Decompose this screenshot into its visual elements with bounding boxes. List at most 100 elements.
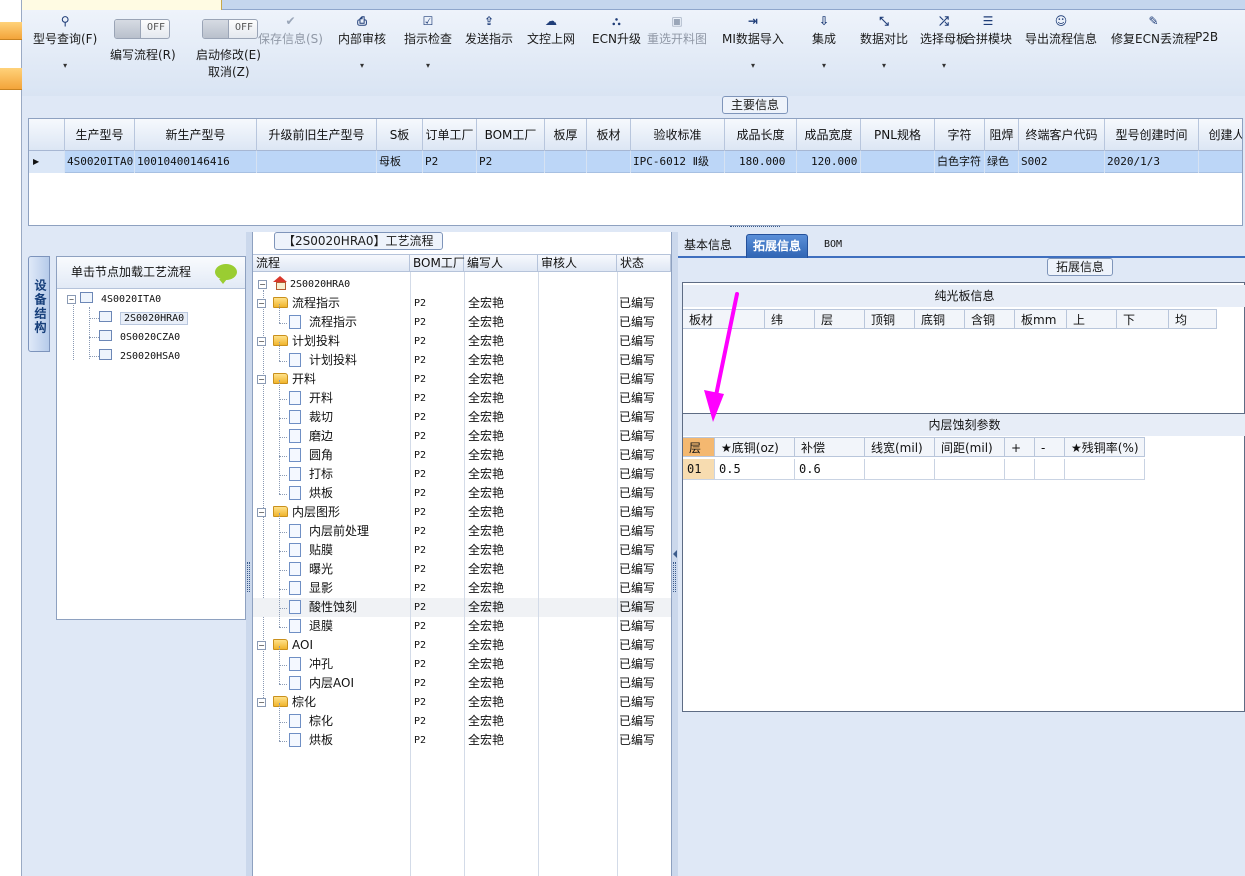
grid-col-header[interactable]: PNL规格 [861,119,935,151]
process-root-row[interactable]: − 2S0020HRA0 [253,275,671,294]
process-col-header[interactable]: 状态 [617,255,671,272]
toolbar-button-5[interactable]: ☁ 文控上网 [527,12,575,47]
toolbar-button-1[interactable]: ✔ 保存信息(S) [258,12,323,47]
toolbar-button-15[interactable]: P2B [1195,12,1218,44]
document-tab[interactable] [22,0,222,10]
collapse-icon[interactable]: − [257,698,266,707]
toolbar-button-2[interactable]: ⎙ 内部审核 ▾ [338,12,386,70]
process-row[interactable]: 裁切 P2 全宏艳 已编写 [253,408,671,427]
toolbar-button-8[interactable]: ⇥ MI数据导入 ▾ [722,12,784,70]
etch-col-header[interactable]: - [1035,437,1065,457]
grid-cell[interactable] [1199,151,1242,173]
grid-cell[interactable] [257,151,377,173]
grid-col-header[interactable]: S板 [377,119,423,151]
grid-cell[interactable]: 10010400146416 [135,151,257,173]
grid-col-header[interactable]: 型号创建时间 [1105,119,1199,151]
device-structure-vertical-tab[interactable]: 设备结构 [28,256,50,352]
grid-col-header[interactable]: 升级前旧生产型号 [257,119,377,151]
toolbar-button-7[interactable]: ▣ 重选开料图 [647,12,707,47]
toolbar-button-9[interactable]: ⇩ 集成 ▾ [812,12,836,70]
grid-cell[interactable] [587,151,631,173]
left-strip-tab[interactable] [0,68,22,90]
collapse-icon[interactable]: − [257,375,266,384]
collapse-icon[interactable]: − [258,280,267,289]
process-row[interactable]: 酸性蚀刻 P2 全宏艳 已编写 [253,598,671,617]
grid-col-header[interactable]: 新生产型号 [135,119,257,151]
plain-board-col-header[interactable]: 顶铜 [865,309,915,329]
plain-board-col-header[interactable]: 层 [815,309,865,329]
process-row[interactable]: 开料 P2 全宏艳 已编写 [253,389,671,408]
toolbar-button-13[interactable]: ☺ 导出流程信息 [1025,12,1097,47]
dropdown-arrow-icon[interactable]: ▾ [404,61,452,70]
dropdown-arrow-icon[interactable]: ▾ [722,61,784,70]
etch-cell[interactable]: 0.5 [715,459,795,480]
dropdown-arrow-icon[interactable]: ▾ [812,61,836,70]
plain-board-col-header[interactable]: 上 [1067,309,1117,329]
grid-col-header[interactable]: 成品长度 [725,119,797,151]
etch-cell[interactable]: 0.6 [795,459,865,480]
collapse-icon[interactable]: − [257,641,266,650]
grid-cell[interactable]: 白色字符 [935,151,985,173]
grid-cell[interactable]: S002 [1019,151,1105,173]
grid-col-header[interactable]: 字符 [935,119,985,151]
toolbar-button-12[interactable]: ☰ 合拼模块 [964,12,1012,47]
etch-col-header[interactable]: ★残铜率(%) [1065,437,1145,457]
grid-cell[interactable]: 2020/1/3 [1105,151,1199,173]
grid-col-header[interactable]: 订单工厂 [423,119,477,151]
tab-1[interactable]: 拓展信息 [746,234,809,258]
process-row[interactable]: 圆角 P2 全宏艳 已编写 [253,446,671,465]
grid-col-header[interactable]: 创建人 [1199,119,1242,151]
etch-col-header[interactable]: + [1005,437,1035,457]
process-col-header[interactable]: 审核人 [538,255,617,272]
process-row[interactable]: − 流程指示 P2 全宏艳 已编写 [253,294,671,313]
dropdown-arrow-icon[interactable]: ▾ [338,61,386,70]
grid-col-header[interactable]: 板材 [587,119,631,151]
process-row[interactable]: 显影 P2 全宏艳 已编写 [253,579,671,598]
etch-cell[interactable] [1005,459,1035,480]
process-row[interactable]: 退膜 P2 全宏艳 已编写 [253,617,671,636]
collapse-icon[interactable]: − [257,508,266,517]
process-row[interactable]: − 开料 P2 全宏艳 已编写 [253,370,671,389]
start-modify-toggle[interactable]: OFF [202,19,258,39]
toolbar-button-14[interactable]: ✎ 修复ECN丢流程 [1111,12,1196,47]
etch-col-header[interactable]: 间距(mil) [935,437,1005,457]
device-tree-root[interactable]: − 4S0020ITA0 [67,291,161,308]
dropdown-arrow-icon[interactable]: ▾ [33,61,97,70]
grid-col-header[interactable]: 生产型号 [65,119,135,151]
toolbar-button-11[interactable]: ⤮ 选择母板 ▾ [920,12,968,70]
process-row[interactable]: 烘板 P2 全宏艳 已编写 [253,731,671,750]
device-tree-node[interactable]: 2S0020HRA0 [99,310,189,327]
grid-cell[interactable] [861,151,935,173]
process-row[interactable]: 棕化 P2 全宏艳 已编写 [253,712,671,731]
collapse-icon[interactable]: − [257,299,266,308]
collapse-icon[interactable]: − [67,295,76,304]
etch-cell[interactable] [1065,459,1145,480]
collapse-arrow-icon[interactable] [673,550,677,558]
grid-cell[interactable]: 4S0020ITA0 [65,151,135,173]
tab-2[interactable]: BOM [818,234,848,258]
left-strip-tab[interactable] [0,22,22,40]
grid-row-selected[interactable]: ▶ 4S0020ITA0 10010400146416 母板 P2 P2 IPC-6012 … [29,151,1242,173]
process-row[interactable]: 内层前处理 P2 全宏艳 已编写 [253,522,671,541]
etch-cell[interactable] [1035,459,1065,480]
grid-col-header[interactable]: 验收标准 [631,119,725,151]
etch-cell[interactable]: 01 [683,459,715,480]
etch-cell[interactable] [935,459,1005,480]
process-row[interactable]: 流程指示 P2 全宏艳 已编写 [253,313,671,332]
grid-cell[interactable]: 180.000 [725,151,797,173]
grid-col-header[interactable]: 板厚 [545,119,587,151]
etch-col-header[interactable]: 线宽(mil) [865,437,935,457]
process-col-header[interactable]: 流程 [253,255,410,272]
process-row[interactable]: 贴膜 P2 全宏艳 已编写 [253,541,671,560]
process-row[interactable]: 内层AOI P2 全宏艳 已编写 [253,674,671,693]
grid-cell[interactable]: 120.000 [797,151,861,173]
process-row[interactable]: − AOI P2 全宏艳 已编写 [253,636,671,655]
device-tree-node[interactable]: 2S0020HSA0 [99,348,180,365]
process-row[interactable]: 曝光 P2 全宏艳 已编写 [253,560,671,579]
grid-col-header[interactable]: BOM工厂 [477,119,545,151]
grid-col-header[interactable]: 成品宽度 [797,119,861,151]
etch-cell[interactable] [865,459,935,480]
plain-board-col-header[interactable]: 下 [1117,309,1169,329]
etch-col-header[interactable]: 层 [683,437,715,457]
grid-cell[interactable]: 母板 [377,151,423,173]
